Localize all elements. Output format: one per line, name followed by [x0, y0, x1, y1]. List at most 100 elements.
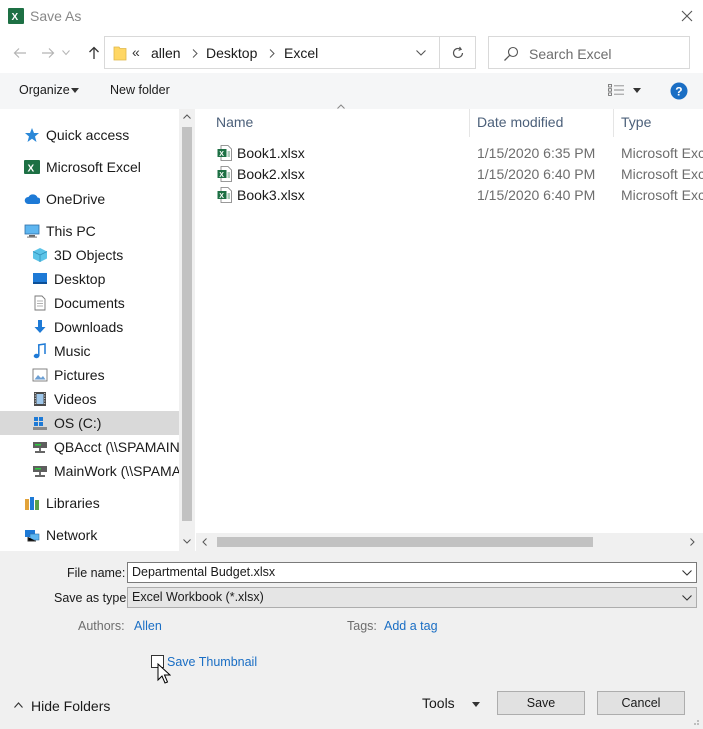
cube-icon [32, 247, 48, 263]
sidebar-item-this-pc[interactable]: This PC [24, 219, 96, 243]
column-divider[interactable] [469, 109, 470, 137]
new-folder-button[interactable]: New folder [110, 83, 170, 97]
breadcrumb-excel[interactable]: Excel [284, 45, 318, 61]
up-arrow-icon [89, 46, 99, 59]
sidebar-item-onedrive[interactable]: OneDrive [24, 187, 105, 211]
cloud-icon [24, 191, 40, 207]
sidebar-item-documents[interactable]: Documents [32, 291, 125, 315]
search-placeholder[interactable]: Search Excel [529, 46, 611, 62]
file-name[interactable]: Book2.xlsx [237, 166, 305, 182]
file-name-value[interactable]: Departmental Budget.xlsx [132, 565, 275, 579]
resize-grip-icon[interactable] [690, 716, 700, 726]
sidebar-item-music[interactable]: Music [32, 339, 91, 363]
network-icon [24, 527, 40, 543]
authors-label: Authors: [78, 619, 125, 633]
title-bar: X Save As [0, 0, 703, 33]
sidebar-item-desktop[interactable]: Desktop [32, 267, 105, 291]
desktop-icon [32, 271, 48, 287]
sidebar-item-os-c[interactable]: OS (C:) [0, 411, 179, 435]
navigation-pane[interactable]: Quick access X Microsoft Excel OneDrive This… [0, 109, 195, 551]
sidebar-item-label: QBAcct (\\SPAMAIN) [54, 439, 185, 455]
tools-dropdown-icon[interactable] [472, 702, 480, 707]
close-button[interactable] [675, 4, 699, 28]
overflow-chevron[interactable]: « [132, 44, 140, 60]
command-toolbar: Organize New folder ? [0, 73, 703, 109]
address-dropdown-button[interactable] [416, 50, 426, 56]
sidebar-item-label: Videos [54, 391, 97, 407]
horizontal-scroll-thumb[interactable] [217, 537, 593, 547]
details-view-icon [608, 84, 624, 96]
save-type-select[interactable]: Excel Workbook (*.xlsx) [127, 587, 697, 608]
back-button[interactable] [9, 42, 31, 64]
file-row[interactable]: X Book1.xlsx 1/15/2020 6:35 PM Microsoft Ex… [196, 143, 703, 164]
star-icon [24, 127, 40, 143]
collapse-chevron-icon[interactable] [14, 702, 23, 708]
scroll-left-icon[interactable] [202, 538, 207, 546]
scroll-down-icon[interactable] [183, 539, 191, 544]
file-horizontal-scrollbar[interactable] [196, 533, 703, 551]
save-type-dropdown-button[interactable] [682, 595, 692, 601]
up-button[interactable] [83, 42, 105, 64]
nav-scrollbar[interactable] [179, 109, 195, 551]
nav-scroll-thumb[interactable] [182, 127, 192, 521]
file-name-dropdown-button[interactable] [682, 570, 692, 576]
scroll-up-icon[interactable] [183, 114, 191, 119]
sidebar-item-network[interactable]: Network [24, 523, 97, 547]
sidebar-item-videos[interactable]: Videos [32, 387, 97, 411]
sidebar-item-quick-access[interactable]: Quick access [24, 123, 129, 147]
authors-link[interactable]: Allen [134, 619, 162, 633]
save-button-label[interactable]: Save [527, 696, 556, 710]
tags-link[interactable]: Add a tag [384, 619, 438, 633]
organize-button[interactable]: Organize [19, 83, 70, 97]
view-options-button[interactable] [608, 83, 626, 97]
file-name-input[interactable]: Departmental Budget.xlsx [127, 562, 697, 583]
hide-folders-button[interactable]: Hide Folders [31, 698, 110, 714]
breadcrumb-allen[interactable]: allen [151, 45, 181, 61]
scroll-right-icon[interactable] [690, 538, 695, 546]
organize-dropdown-icon[interactable] [71, 88, 79, 93]
refresh-button[interactable] [440, 36, 476, 69]
column-header-type[interactable]: Type [621, 114, 651, 130]
file-row[interactable]: X Book3.xlsx 1/15/2020 6:40 PM Microsoft Ex… [196, 185, 703, 206]
breadcrumb-separator-icon[interactable] [269, 49, 275, 58]
sidebar-item-libraries[interactable]: Libraries [24, 491, 100, 515]
sidebar-item-label: Downloads [54, 319, 124, 335]
sidebar-item-microsoft-excel[interactable]: X Microsoft Excel [24, 155, 141, 179]
file-row[interactable]: X Book2.xlsx 1/15/2020 6:40 PM Microsoft Ex… [196, 164, 703, 185]
file-list[interactable]: Name Date modified Type X Book1.xlsx 1/15/… [196, 104, 703, 551]
file-type: Microsoft Excel [621, 187, 703, 203]
breadcrumb-desktop[interactable]: Desktop [206, 45, 257, 61]
tags-label: Tags: [347, 619, 377, 633]
column-divider[interactable] [613, 109, 614, 137]
file-name-label: File name: [67, 566, 126, 580]
save-type-label: Save as type: [54, 591, 130, 605]
sidebar-item-label: Microsoft Excel [46, 159, 141, 175]
forward-button[interactable] [37, 42, 59, 64]
svg-text:X: X [219, 151, 224, 158]
recent-locations-button[interactable] [59, 42, 73, 64]
save-type-value[interactable]: Excel Workbook (*.xlsx) [132, 590, 264, 604]
address-bar[interactable]: « allen Desktop Excel [104, 36, 440, 69]
sidebar-item-label: This PC [46, 223, 96, 239]
breadcrumb-separator-icon[interactable] [192, 49, 198, 58]
column-header-date-modified[interactable]: Date modified [477, 114, 563, 130]
save-thumbnail-label[interactable]: Save Thumbnail [167, 655, 257, 669]
sidebar-item-downloads[interactable]: Downloads [32, 315, 123, 339]
search-box[interactable]: Search Excel [488, 36, 690, 69]
forward-arrow-icon [42, 48, 55, 58]
column-header-name[interactable]: Name [216, 114, 253, 130]
cancel-button-label[interactable]: Cancel [622, 696, 661, 710]
video-icon [32, 391, 48, 407]
help-button[interactable]: ? [670, 82, 688, 100]
file-name[interactable]: Book3.xlsx [237, 187, 305, 203]
view-dropdown-icon[interactable] [633, 88, 641, 93]
sidebar-item-mainwork-spama[interactable]: MainWork (\\SPAMA [32, 459, 181, 483]
cancel-button[interactable]: Cancel [597, 691, 685, 715]
search-icon [503, 46, 519, 62]
sidebar-item-qbacct-spamain[interactable]: QBAcct (\\SPAMAIN) [32, 435, 184, 459]
sidebar-item-3d-objects[interactable]: 3D Objects [32, 243, 123, 267]
file-name[interactable]: Book1.xlsx [237, 145, 305, 161]
tools-button[interactable]: Tools [422, 695, 455, 711]
save-button[interactable]: Save [497, 691, 585, 715]
sidebar-item-pictures[interactable]: Pictures [32, 363, 105, 387]
